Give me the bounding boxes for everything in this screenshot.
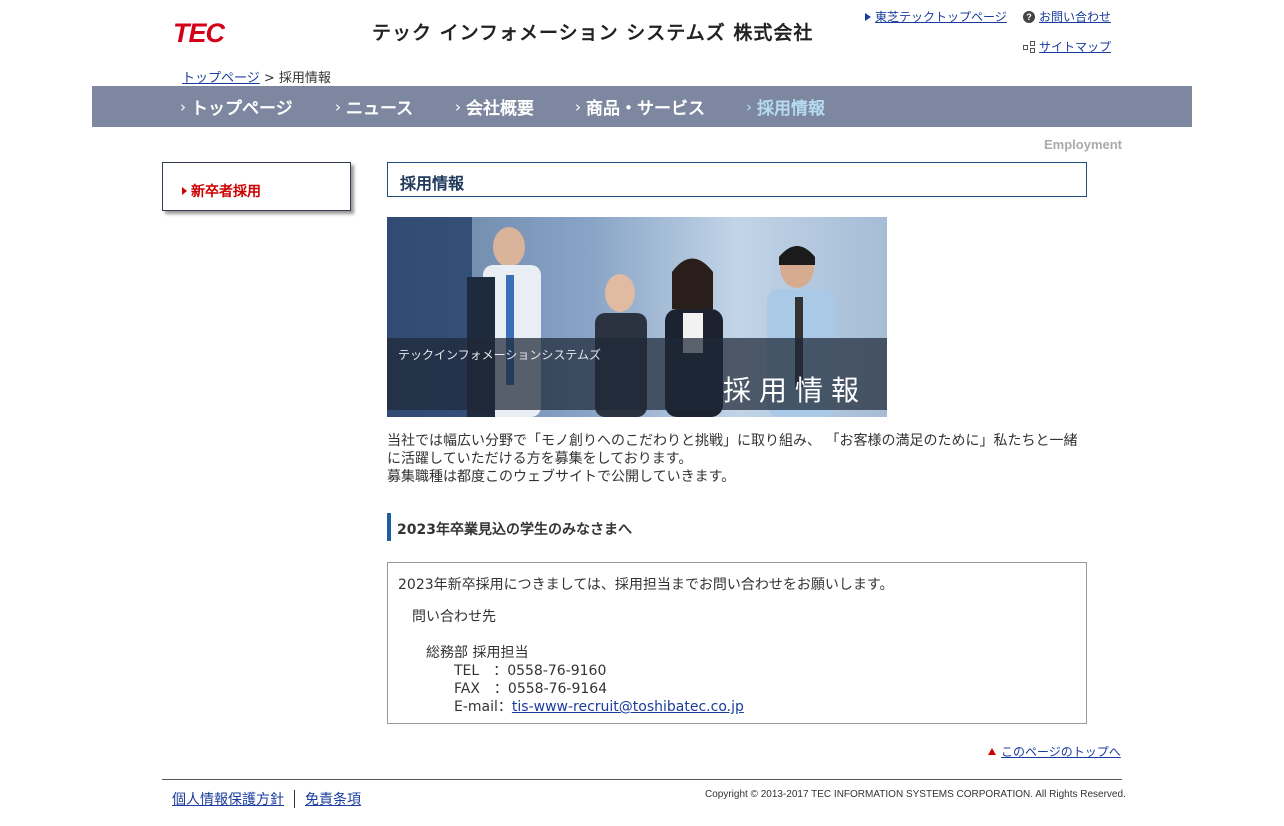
breadcrumb-home-link[interactable]: トップページ <box>182 71 260 86</box>
contact-link[interactable]: お問い合わせ <box>1039 8 1111 25</box>
chevron-right-icon: › <box>335 97 341 116</box>
nav-item-company[interactable]: › 会社概要 <box>455 86 534 127</box>
contact-dept: 総務部 採用担当 <box>426 645 529 661</box>
disclaimer-link[interactable]: 免責条項 <box>305 789 361 809</box>
contact-title: 問い合わせ先 <box>412 609 496 625</box>
nav-item-label: 商品・サービス <box>586 99 705 119</box>
contact-tel: TEL ：0558-76-9160 <box>454 663 607 679</box>
breadcrumb: トップページ > 採用情報 <box>182 67 331 86</box>
arrow-right-icon <box>182 187 187 195</box>
chevron-right-icon: › <box>180 97 186 116</box>
nav-item-label: 会社概要 <box>466 99 534 119</box>
sitemap-link[interactable]: サイトマップ <box>1039 38 1111 55</box>
intro-line: 募集職種は都度このウェブサイトで公開していきます。 <box>387 469 736 485</box>
contact-email-row: E-mail：tis-www-recruit@toshibatec.co.jp <box>454 696 744 716</box>
contact-link-wrap: ? お問い合わせ <box>1023 8 1111 25</box>
sidebar-item-label: 新卒者採用 <box>191 184 261 200</box>
contact-fax: FAX ：0558-76-9164 <box>454 681 608 697</box>
nav-item-recruit[interactable]: › 採用情報 <box>746 86 825 127</box>
intro-line: 当社では幅広い分野で「モノ創りへのこだわりと挑戦」に取り組み、 「お客様の満足の… <box>387 433 1078 449</box>
footer-separator <box>294 790 295 808</box>
intro-line: に活躍していただける方を募集をしております。 <box>387 451 693 467</box>
page-top-link[interactable]: このページのトップへ <box>1001 743 1121 760</box>
toshiba-top-link-wrap: 東芝テックトップページ <box>865 8 1007 25</box>
arrow-right-icon <box>865 12 871 21</box>
nav-item-top[interactable]: › トップページ <box>180 86 293 127</box>
breadcrumb-current: 採用情報 <box>278 71 331 86</box>
page-top-link-wrap: このページのトップへ <box>988 743 1121 760</box>
hero-image: テックインフォメーションシステムズ 採用情報 <box>387 217 887 417</box>
nav-item-label: ニュース <box>346 99 414 119</box>
hero-subtitle: テックインフォメーションシステムズ <box>398 348 602 362</box>
email-link[interactable]: tis-www-recruit@toshibatec.co.jp <box>512 699 744 715</box>
question-icon: ? <box>1023 10 1035 23</box>
toshiba-top-link[interactable]: 東芝テックトップページ <box>875 8 1007 25</box>
chevron-right-icon: › <box>455 97 461 116</box>
nav-item-label: 採用情報 <box>757 99 825 119</box>
nav-item-label: トップページ <box>191 99 293 119</box>
footer-links: 個人情報保護方針 免責条項 <box>172 789 361 809</box>
privacy-policy-link[interactable]: 個人情報保護方針 <box>172 789 284 809</box>
chevron-right-icon: › <box>746 97 752 116</box>
chevron-right-icon: › <box>575 97 581 116</box>
info-lead: 2023年新卒採用につきましては、採用担当までお問い合わせをお願いします。 <box>398 577 894 593</box>
sitemap-icon <box>1023 40 1035 53</box>
page-title: 採用情報 <box>400 174 465 193</box>
section-heading: 2023年卒業見込の学生のみなさまへ <box>397 522 632 538</box>
copyright: Copyright © 2013-2017 TEC INFORMATION SY… <box>705 789 1126 800</box>
nav-item-products[interactable]: › 商品・サービス <box>575 86 705 127</box>
email-label: E-mail： <box>454 699 512 715</box>
section-heading-bar <box>387 513 391 541</box>
intro-text: 当社では幅広い分野で「モノ創りへのこだわりと挑戦」に取り組み、 「お客様の満足の… <box>387 432 1087 486</box>
company-name-logo: テック インフォメーション システムズ 株式会社 <box>372 22 814 44</box>
footer-divider <box>162 779 1122 780</box>
sitemap-link-wrap: サイトマップ <box>1023 38 1111 55</box>
sidebar-item-new-graduates[interactable]: 新卒者採用 <box>182 181 261 201</box>
hero-title: 採用情報 <box>722 374 867 407</box>
contact-info-box: 2023年新卒採用につきましては、採用担当までお問い合わせをお願いします。 問い… <box>387 562 1087 724</box>
tec-logo[interactable]: TEC <box>173 18 225 49</box>
arrow-up-icon <box>988 748 996 755</box>
section-label: Employment <box>1044 137 1123 152</box>
global-nav: › トップページ › ニュース › 会社概要 › 商品・サービス › 採用情報 <box>92 86 1192 127</box>
breadcrumb-separator: > <box>259 71 279 86</box>
page-title-box: 採用情報 <box>387 162 1087 197</box>
nav-item-news[interactable]: › ニュース <box>335 86 413 127</box>
